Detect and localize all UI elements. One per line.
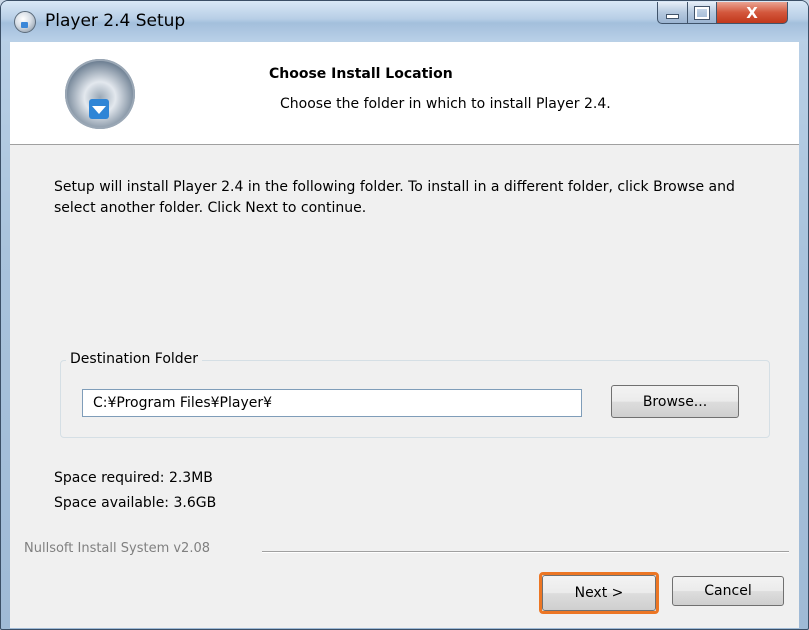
destination-path-input[interactable] — [82, 389, 582, 417]
content-area: Setup will install Player 2.4 in the fol… — [10, 145, 799, 628]
download-arrow-icon — [89, 99, 109, 119]
destination-folder-label: Destination Folder — [66, 351, 203, 367]
space-available-text: Space available: 3.6GB — [54, 495, 217, 511]
footer-divider — [262, 551, 789, 553]
maximize-button[interactable] — [687, 2, 717, 24]
next-button-highlight[interactable]: Next > — [539, 572, 659, 614]
close-button[interactable]: X — [716, 2, 788, 24]
close-icon: X — [746, 3, 758, 22]
intro-text: Setup will install Player 2.4 in the fol… — [54, 179, 735, 216]
minimize-icon — [666, 14, 679, 19]
space-required-text: Space required: 2.3MB — [54, 470, 213, 486]
page-title: Choose Install Location — [269, 66, 453, 82]
next-button[interactable]: Next > — [542, 575, 656, 611]
maximize-icon — [694, 5, 710, 20]
cancel-button[interactable]: Cancel — [672, 576, 784, 606]
installer-disc-icon — [14, 11, 36, 33]
title-bar[interactable]: Player 2.4 Setup X — [1, 1, 808, 41]
page-subtitle: Choose the folder in which to install Pl… — [280, 96, 611, 112]
minimize-button[interactable] — [657, 2, 688, 24]
setup-window: Player 2.4 Setup X Choose Install Locati… — [0, 0, 809, 630]
browse-button[interactable]: Browse... — [611, 385, 739, 418]
nsis-branding: Nullsoft Install System v2.08 — [24, 541, 211, 556]
window-title: Player 2.4 Setup — [45, 11, 186, 31]
header-panel: Choose Install Location Choose the folde… — [10, 42, 799, 145]
